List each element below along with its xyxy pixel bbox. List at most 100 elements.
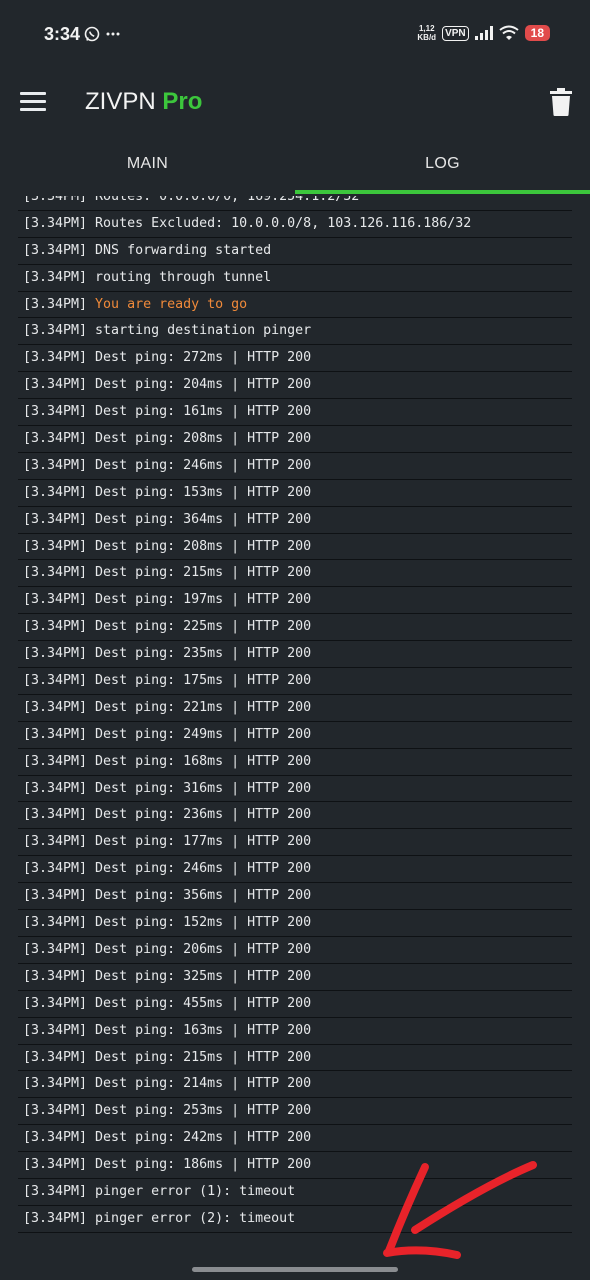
log-message: Dest ping: 246ms | HTTP 200	[95, 861, 312, 877]
log-row: [3.34PM] Dest ping: 206ms | HTTP 200	[18, 937, 572, 964]
log-row: [3.34PM] Dest ping: 325ms | HTTP 200	[18, 964, 572, 991]
home-indicator[interactable]	[192, 1267, 398, 1272]
log-row: [3.34PM] Dest ping: 204ms | HTTP 200	[18, 372, 572, 400]
log-timestamp: [3.34PM]	[23, 1130, 88, 1146]
log-row: [3.34PM] pinger error (1): timeout	[18, 1179, 572, 1206]
log-timestamp: [3.34PM]	[23, 323, 88, 339]
log-timestamp: [3.34PM]	[23, 377, 88, 393]
log-row: [3.34PM] Dest ping: 214ms | HTTP 200	[18, 1071, 572, 1099]
log-list[interactable]: [3.34PM] Routes: 0.0.0.0/0, 169.254.1.2/3…	[18, 196, 572, 1244]
log-row: [3.34PM] Dest ping: 221ms | HTTP 200	[18, 695, 572, 722]
log-timestamp: [3.34PM]	[23, 1076, 88, 1092]
log-message: Dest ping: 235ms | HTTP 200	[95, 646, 312, 662]
log-timestamp: [3.34PM]	[23, 1183, 88, 1199]
log-row: [3.34PM] Dest ping: 175ms | HTTP 200	[18, 668, 572, 695]
log-row: [3.34PM] Dest ping: 272ms | HTTP 200	[18, 345, 572, 373]
log-list-content: [3.34PM] Routes: 0.0.0.0/0, 169.254.1.2/3…	[18, 196, 572, 1233]
log-row: [3.34PM] starting destination pinger	[18, 318, 572, 346]
log-timestamp: [3.34PM]	[23, 269, 88, 285]
app-title: ZIVPN Pro	[85, 88, 202, 116]
log-timestamp: [3.34PM]	[23, 1103, 88, 1119]
status-time: 3:34	[44, 24, 81, 44]
vpn-badge: VPN	[442, 25, 469, 41]
app-bar: ZIVPN Pro	[0, 72, 590, 134]
log-message: Dest ping: 215ms | HTTP 200	[95, 565, 312, 581]
log-timestamp: [3.34PM]	[23, 404, 88, 420]
log-timestamp: [3.34PM]	[23, 565, 88, 581]
log-timestamp: [3.34PM]	[23, 350, 88, 366]
log-message: Dest ping: 325ms | HTTP 200	[95, 968, 312, 984]
log-timestamp: [3.34PM]	[23, 726, 88, 742]
log-timestamp: [3.34PM]	[23, 780, 88, 796]
battery-icon: 18	[524, 25, 550, 41]
wifi-icon	[499, 25, 519, 40]
log-row: [3.34PM] Dest ping: 225ms | HTTP 200	[18, 614, 572, 642]
log-row: [3.34PM] Dest ping: 177ms | HTTP 200	[18, 829, 572, 857]
log-message: DNS forwarding started	[95, 242, 272, 258]
log-timestamp: [3.34PM]	[23, 1049, 88, 1065]
log-message: Dest ping: 215ms | HTTP 200	[95, 1049, 312, 1065]
log-row: [3.34PM] Dest ping: 208ms | HTTP 200	[18, 426, 572, 453]
log-timestamp: [3.34PM]	[23, 834, 88, 850]
log-message: Dest ping: 253ms | HTTP 200	[95, 1103, 312, 1119]
log-row: [3.34PM] Dest ping: 197ms | HTTP 200	[18, 587, 572, 615]
log-row: [3.34PM] Dest ping: 356ms | HTTP 200	[18, 883, 572, 911]
app-title-suffix: Pro	[162, 88, 203, 115]
log-row: [3.34PM] pinger error (2): timeout	[18, 1206, 572, 1233]
log-row: [3.34PM] Dest ping: 168ms | HTTP 200	[18, 749, 572, 776]
log-timestamp: [3.34PM]	[23, 1157, 88, 1173]
log-message: Dest ping: 152ms | HTTP 200	[95, 915, 312, 931]
log-row: [3.34PM] Dest ping: 208ms | HTTP 200	[18, 534, 572, 561]
log-message: Dest ping: 206ms | HTTP 200	[95, 941, 312, 957]
tab-main[interactable]: MAIN	[0, 134, 295, 194]
signal-icon	[474, 26, 493, 40]
log-message: Dest ping: 204ms | HTTP 200	[95, 377, 312, 393]
log-message: Dest ping: 175ms | HTTP 200	[95, 673, 312, 689]
menu-icon[interactable]	[20, 92, 46, 114]
log-timestamp: [3.34PM]	[23, 511, 88, 527]
log-message: pinger error (2): timeout	[95, 1210, 296, 1226]
log-row: [3.34PM] Routes: 0.0.0.0/0, 169.254.1.2/3…	[18, 196, 572, 211]
log-timestamp: [3.34PM]	[23, 484, 88, 500]
log-message: Routes: 0.0.0.0/0, 169.254.1.2/32	[95, 196, 360, 204]
whatsapp-icon	[84, 26, 100, 42]
log-timestamp: [3.34PM]	[23, 861, 88, 877]
log-message: Dest ping: 316ms | HTTP 200	[95, 780, 312, 796]
log-timestamp: [3.34PM]	[23, 242, 88, 258]
log-timestamp: [3.34PM]	[23, 888, 88, 904]
log-timestamp: [3.34PM]	[23, 807, 88, 823]
log-row: [3.34PM] Dest ping: 236ms | HTTP 200	[18, 802, 572, 830]
log-timestamp: [3.34PM]	[23, 215, 88, 231]
log-row: [3.34PM] Dest ping: 253ms | HTTP 200	[18, 1098, 572, 1126]
log-row: [3.34PM] DNS forwarding started	[18, 238, 572, 265]
log-row: [3.34PM] Dest ping: 246ms | HTTP 200	[18, 453, 572, 480]
log-timestamp: [3.34PM]	[23, 646, 88, 662]
log-row: [3.34PM] Dest ping: 316ms | HTTP 200	[18, 776, 572, 803]
log-timestamp: [3.34PM]	[23, 699, 88, 715]
log-message-highlight: You are ready to go	[95, 296, 248, 312]
log-row: [3.34PM] Dest ping: 163ms | HTTP 200	[18, 1018, 572, 1045]
tab-bar: MAIN LOG	[0, 134, 590, 194]
log-timestamp: [3.34PM]	[23, 1210, 88, 1226]
log-timestamp: [3.34PM]	[23, 915, 88, 931]
log-row: [3.34PM] Dest ping: 249ms | HTTP 200	[18, 722, 572, 749]
log-message: Dest ping: 242ms | HTTP 200	[95, 1130, 312, 1146]
log-timestamp: [3.34PM]	[23, 995, 88, 1011]
log-row: [3.34PM] You are ready to go	[18, 292, 572, 319]
log-timestamp: [3.34PM]	[23, 941, 88, 957]
log-message: Dest ping: 186ms | HTTP 200	[95, 1157, 312, 1173]
log-message: Dest ping: 168ms | HTTP 200	[95, 753, 312, 769]
log-row: [3.34PM] Dest ping: 215ms | HTTP 200	[18, 1045, 572, 1072]
network-speed: 1,12 KB/d	[417, 24, 436, 42]
log-message: Dest ping: 236ms | HTTP 200	[95, 807, 312, 823]
log-message: routing through tunnel	[95, 269, 272, 285]
trash-icon[interactable]	[550, 88, 572, 116]
log-timestamp: [3.34PM]	[23, 619, 88, 635]
tab-log[interactable]: LOG	[295, 134, 590, 194]
log-row: [3.34PM] routing through tunnel	[18, 265, 572, 292]
status-bar: 3:34 1,12 KB/d VPN 18	[0, 0, 590, 72]
more-dots-icon	[106, 32, 120, 36]
log-message: Dest ping: 208ms | HTTP 200	[95, 431, 312, 447]
log-timestamp: [3.34PM]	[23, 753, 88, 769]
app-title-name: ZIVPN	[85, 88, 156, 115]
